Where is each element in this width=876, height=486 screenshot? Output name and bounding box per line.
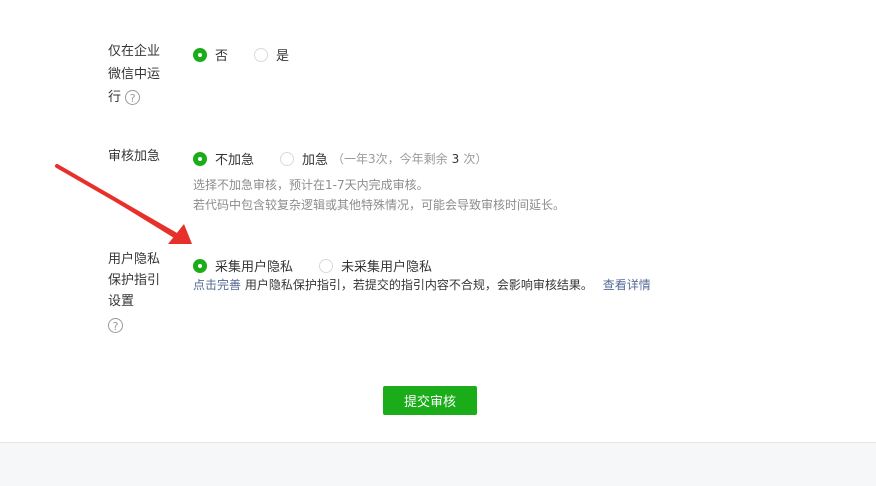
radio-label: 采集用户隐私	[215, 260, 294, 275]
radio-unchecked-icon[interactable]	[254, 47, 269, 62]
quota-count: 3	[451, 152, 460, 166]
label-line: 微信中运	[108, 67, 161, 82]
radio-checked-icon[interactable]	[193, 47, 207, 62]
radio-label: 不加急	[215, 153, 255, 168]
description-line: 若代码中包含较复杂逻辑或其他特殊情况，可能会导致审核时间延长。	[193, 198, 566, 212]
description-line: 选择不加急审核，预计在1-7天内完成审核。	[193, 178, 429, 192]
radio-label: 否	[215, 49, 229, 64]
help-icon-line: ?	[108, 315, 170, 336]
privacy-guide-text: 用户隐私保护指引，若提交的指引内容不合规，会影响审核结果。	[244, 278, 593, 292]
label-line: 保护指引	[108, 273, 161, 288]
label-line-text: 行	[108, 90, 122, 105]
review-urgent-label: 审核加急	[108, 145, 170, 168]
privacy-guide-options: 采集用户隐私 未采集用户隐私	[193, 256, 458, 275]
help-icon[interactable]: ?	[108, 318, 123, 333]
review-urgent-options: 不加急 加急 （一年3次，今年剩余 3 次）	[193, 149, 513, 168]
radio-yes[interactable]: 是	[254, 45, 289, 64]
radio-not-urgent[interactable]: 不加急	[193, 149, 254, 168]
radio-not-collect-privacy[interactable]: 未采集用户隐私	[319, 256, 432, 275]
label-line: 仅在企业	[108, 44, 161, 59]
radio-label: 是	[276, 49, 290, 64]
review-submit-page: 仅在企业 微信中运 行 ? 否 是 审核加急 不加急 加急 （一年3次，今年剩余…	[0, 0, 876, 486]
run-only-in-wework-label: 仅在企业 微信中运 行 ?	[108, 40, 170, 109]
privacy-guide-description: 点击完善 用户隐私保护指引，若提交的指引内容不合规，会影响审核结果。 查看详情	[193, 276, 651, 294]
help-icon[interactable]: ?	[125, 90, 141, 105]
submit-review-button[interactable]: 提交审核	[383, 386, 477, 415]
label-line: 行 ?	[108, 86, 170, 109]
radio-collect-privacy[interactable]: 采集用户隐私	[193, 256, 293, 275]
radio-checked-icon[interactable]	[193, 151, 207, 166]
label-line: 审核加急	[108, 149, 161, 164]
urgent-quota-note: （一年3次，今年剩余 3 次）	[332, 150, 487, 167]
radio-checked-icon[interactable]	[193, 258, 207, 273]
radio-unchecked-icon[interactable]	[280, 151, 295, 166]
quota-prefix: （一年3次，今年剩余	[332, 152, 448, 166]
red-arrow-icon	[55, 164, 192, 244]
review-urgent-description: 选择不加急审核，预计在1-7天内完成审核。 若代码中包含较复杂逻辑或其他特殊情况…	[193, 175, 565, 215]
view-details-link[interactable]: 查看详情	[603, 278, 651, 292]
radio-label: 加急	[302, 153, 329, 168]
label-line: 设置	[108, 294, 135, 309]
privacy-guide-label: 用户隐私 保护指引 设置 ?	[108, 249, 170, 336]
complete-privacy-link[interactable]: 点击完善	[193, 278, 241, 292]
label-line: 用户隐私	[108, 252, 161, 267]
quota-suffix: 次）	[463, 152, 488, 166]
run-only-in-wework-options: 否 是	[193, 45, 315, 64]
radio-no[interactable]: 否	[193, 45, 228, 64]
radio-urgent[interactable]: 加急 （一年3次，今年剩余 3 次）	[280, 149, 487, 168]
radio-unchecked-icon[interactable]	[319, 258, 334, 273]
footer-area	[0, 442, 876, 486]
radio-label: 未采集用户隐私	[341, 260, 433, 275]
